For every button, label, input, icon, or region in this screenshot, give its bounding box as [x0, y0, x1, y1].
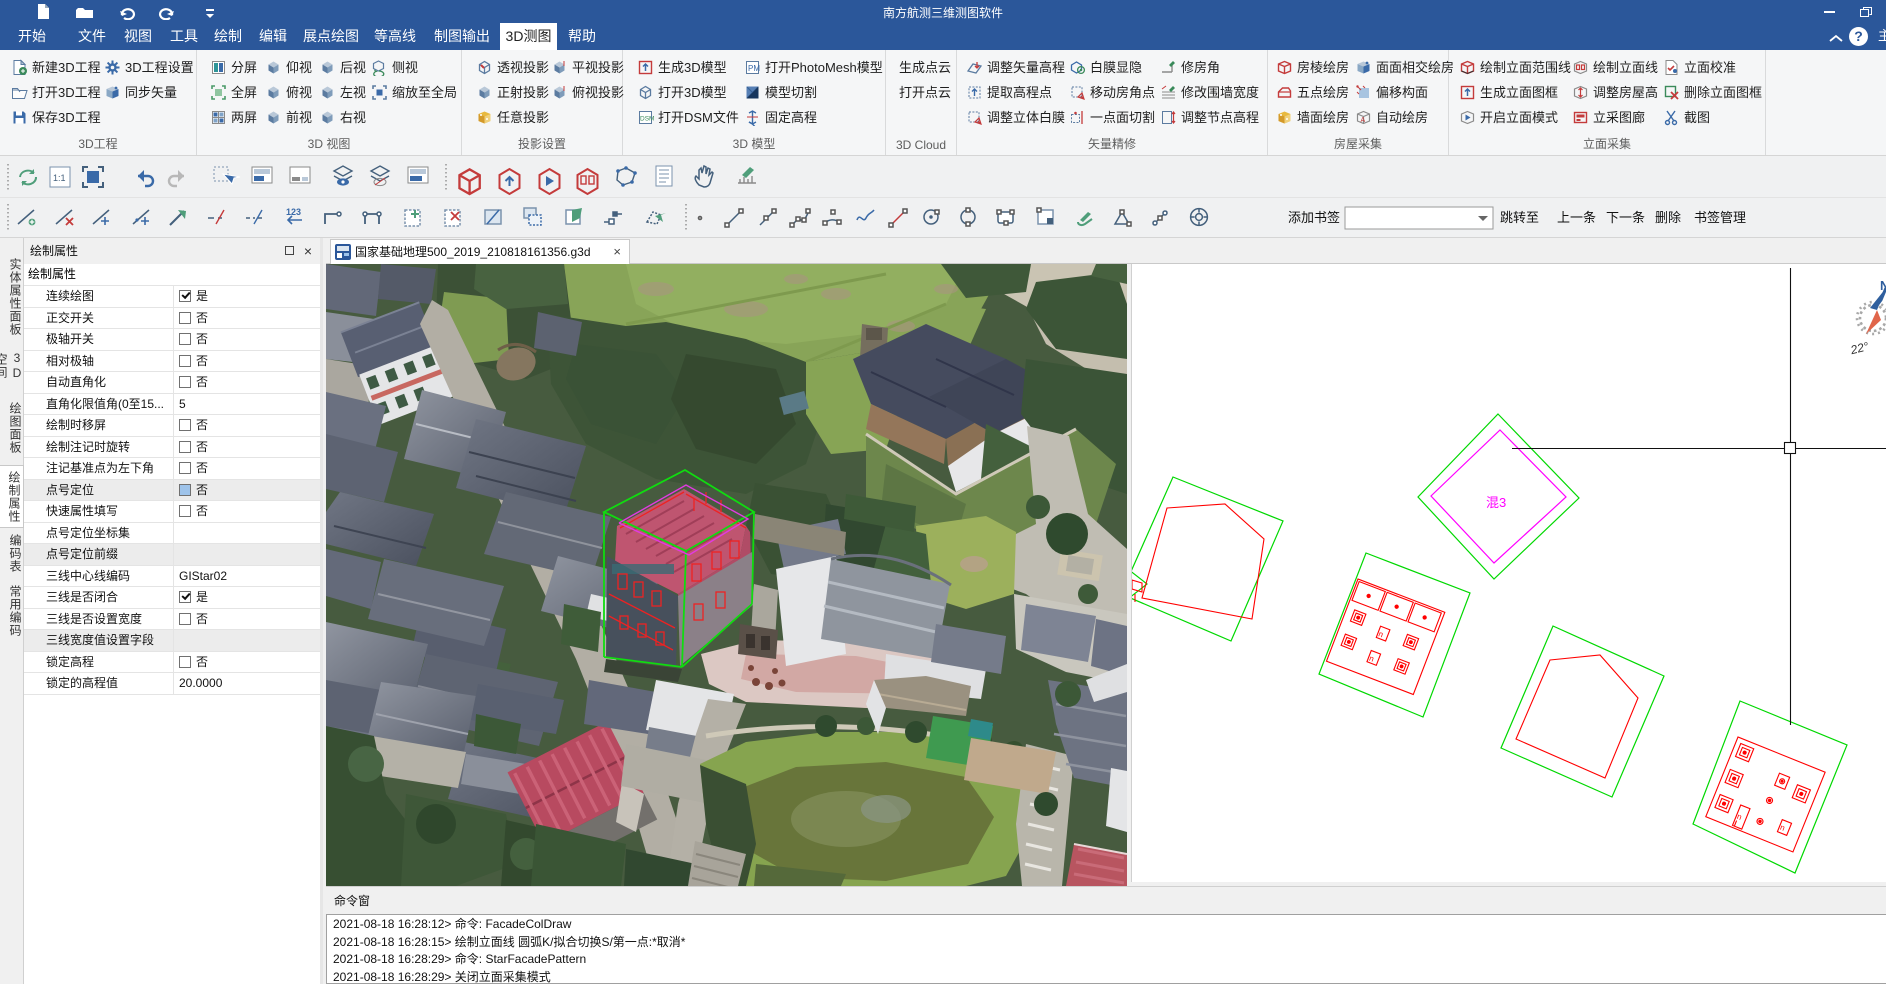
svg-text:22°: 22° [1848, 339, 1870, 357]
svg-text:下一条: 下一条 [1606, 210, 1645, 225]
svg-text:上一条: 上一条 [1557, 210, 1596, 225]
svg-text:N: N [1880, 278, 1886, 293]
svg-text:删除: 删除 [1655, 210, 1681, 225]
svg-text:1:1: 1:1 [53, 173, 66, 183]
svg-text:添加书签: 添加书签 [1288, 210, 1340, 225]
svg-text:123: 123 [286, 207, 301, 217]
svg-text:混3: 混3 [1486, 495, 1506, 510]
svg-text:书签管理: 书签管理 [1694, 210, 1746, 225]
svg-text:跳转至: 跳转至 [1500, 210, 1539, 225]
